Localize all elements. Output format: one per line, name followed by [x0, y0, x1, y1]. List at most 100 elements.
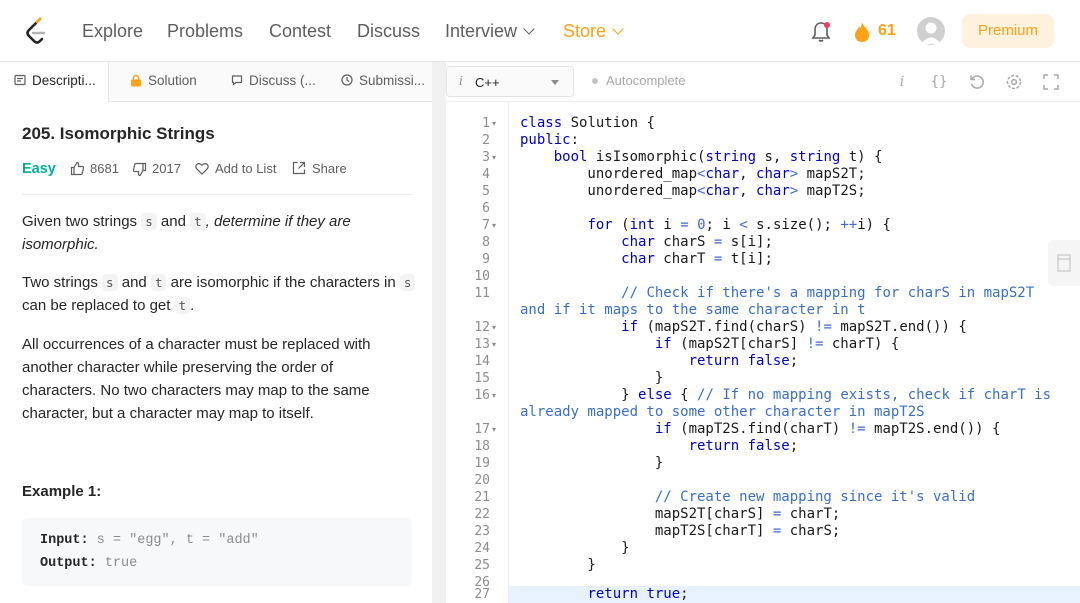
- fold-arrow-icon[interactable]: ▾: [492, 115, 496, 132]
- code-line: }: [520, 540, 630, 556]
- fold-arrow-icon[interactable]: ▾: [492, 387, 496, 404]
- line-number: 19: [474, 456, 490, 471]
- settings-gear-icon[interactable]: [1004, 72, 1024, 92]
- fold-arrow-icon[interactable]: ▾: [492, 421, 496, 438]
- braces-icon[interactable]: {}: [929, 72, 949, 92]
- inline-code-t: t: [150, 274, 167, 291]
- dislikes-count: 2017: [152, 161, 181, 176]
- problem-meta: Easy 8681 2017 Add to List Share: [22, 159, 422, 179]
- leetcode-logo-icon[interactable]: [24, 16, 50, 46]
- autocomplete-toggle[interactable]: Autocomplete: [592, 73, 686, 88]
- dislike-button[interactable]: 2017: [132, 159, 181, 179]
- fold-arrow-icon[interactable]: ▾: [492, 336, 496, 353]
- fire-streak-icon[interactable]: [853, 21, 871, 43]
- fold-arrow-icon[interactable]: ▾: [492, 217, 496, 234]
- example-title: Example 1:: [22, 483, 102, 500]
- tab-submissions[interactable]: Submissi...: [341, 62, 425, 102]
- text-line: another character while preserving the o…: [22, 359, 334, 376]
- line-number: 9: [482, 252, 490, 267]
- text-line: character, but a character may map to it…: [22, 405, 314, 422]
- premium-button[interactable]: Premium: [962, 14, 1054, 48]
- reset-icon[interactable]: [967, 72, 987, 92]
- notification-bell-icon[interactable]: [810, 20, 832, 44]
- problem-description-panel: 205. Isomorphic Strings Easy 8681 2017 A…: [0, 102, 432, 603]
- code-line: // Check if there's a mapping for charS …: [621, 285, 1035, 301]
- gutter-divider: [508, 102, 509, 603]
- difficulty-badge: Easy: [22, 161, 56, 177]
- code-line: if (mapS2T.find(charS) != mapS2T.end()) …: [621, 319, 967, 335]
- tab-solution-label: Solution: [148, 73, 197, 88]
- tab-discuss[interactable]: Discuss (...: [231, 62, 316, 102]
- streak-count[interactable]: 61: [878, 22, 896, 40]
- nav-interview-label: Interview: [445, 21, 518, 41]
- fold-arrow-icon[interactable]: ▾: [492, 149, 496, 166]
- code-line: return false;: [688, 438, 799, 454]
- problem-title: 205. Isomorphic Strings: [22, 124, 215, 143]
- inline-code-s: s: [141, 213, 157, 230]
- text: can be replaced to get: [22, 297, 175, 314]
- heart-icon: [195, 163, 209, 175]
- line-number: 12: [474, 320, 490, 335]
- info-icon[interactable]: i: [892, 72, 912, 92]
- avatar[interactable]: [917, 17, 945, 45]
- text: and: [156, 213, 191, 230]
- editor-toolbar: i C++ Autocomplete i {}: [446, 62, 1080, 102]
- line-number: 20: [474, 473, 490, 488]
- nav-explore[interactable]: Explore: [82, 20, 143, 42]
- nav-problems[interactable]: Problems: [167, 20, 243, 42]
- caret-down-icon: [551, 80, 559, 85]
- line-number: 11: [474, 286, 490, 301]
- share-button[interactable]: Share: [292, 159, 347, 179]
- divider: [22, 194, 412, 195]
- line-number: 18: [474, 439, 490, 454]
- nav-contest[interactable]: Contest: [269, 20, 331, 42]
- side-panel-toggle[interactable]: [1048, 240, 1080, 286]
- panel-resize-handle[interactable]: [432, 62, 446, 603]
- text-line: All occurrences of a character must be r…: [22, 336, 371, 353]
- description-paragraph-3: All occurrences of a character must be r…: [22, 333, 422, 425]
- line-number: 10: [474, 269, 490, 284]
- comment-icon: [231, 75, 243, 87]
- language-select[interactable]: i C++: [446, 66, 574, 97]
- note-icon: [1057, 254, 1071, 272]
- fullscreen-icon[interactable]: [1041, 72, 1061, 92]
- example-output-key: Output:: [40, 556, 97, 571]
- line-number: 2: [482, 133, 490, 148]
- code-line: unordered_map<char, char> mapT2S;: [520, 183, 866, 199]
- document-icon: [14, 75, 26, 86]
- description-paragraph-1: Given two strings s and t, determine if …: [22, 210, 422, 256]
- code-line: unordered_map<char, char> mapS2T;: [520, 166, 866, 182]
- text-line: characters. No two characters may map to…: [22, 382, 370, 399]
- line-number: 8: [482, 235, 490, 250]
- inline-code-t: t: [174, 297, 191, 314]
- tab-discuss-label: Discuss (...: [249, 73, 316, 88]
- nav-interview[interactable]: Interview: [445, 20, 535, 42]
- tab-submissions-label: Submissi...: [359, 73, 426, 88]
- nav-store[interactable]: Store: [563, 20, 624, 42]
- nav-discuss[interactable]: Discuss: [357, 20, 420, 42]
- text: Given two strings: [22, 213, 142, 230]
- add-to-list-button[interactable]: Add to List: [195, 159, 276, 179]
- like-button[interactable]: 8681: [70, 159, 119, 179]
- line-number: 25: [474, 558, 490, 573]
- user-icon: [921, 22, 941, 44]
- code-line: public:: [520, 132, 580, 148]
- code-line: return false;: [688, 353, 799, 369]
- clock-icon: [341, 74, 353, 87]
- tab-description[interactable]: Descripti...: [0, 62, 109, 102]
- line-number: 27: [474, 587, 490, 602]
- chevron-down-icon: [612, 23, 624, 35]
- line-number: 3: [482, 150, 490, 165]
- example-output: Output: true: [40, 556, 137, 571]
- code-line: if (mapT2S.find(charT) != mapT2S.end()) …: [654, 421, 1001, 437]
- text: are isomorphic if the characters in: [166, 274, 400, 291]
- thumbs-down-icon: [132, 162, 147, 177]
- text: and: [117, 274, 151, 291]
- fold-arrow-icon[interactable]: ▾: [492, 319, 496, 336]
- example-input-value: s = "egg", t = "add": [96, 533, 259, 548]
- line-number: 15: [474, 371, 490, 386]
- code-line: }: [520, 557, 596, 573]
- code-editor[interactable]: 1 2 3 4 5 6 7 8 9 10 11 12 13 14 15 16 1…: [446, 102, 1080, 603]
- code-line: class Solution {: [520, 115, 655, 131]
- tab-solution[interactable]: Solution: [130, 62, 197, 102]
